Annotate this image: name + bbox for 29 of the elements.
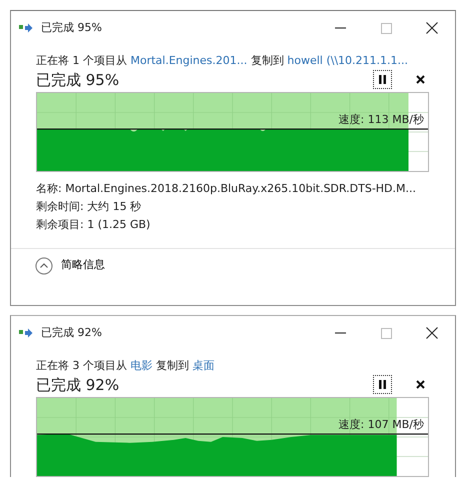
progress-heading: 已完成 95% bbox=[36, 70, 120, 90]
progress-heading: 已完成 92% bbox=[36, 374, 120, 394]
pause-icon[interactable] bbox=[379, 380, 386, 389]
window-title: 已完成 92% bbox=[41, 324, 103, 341]
copy-icon bbox=[19, 328, 33, 338]
pause-button[interactable] bbox=[373, 375, 392, 394]
source-link[interactable]: Mortal.Engines.201... bbox=[130, 54, 248, 67]
fewer-details-button[interactable]: 简略信息 bbox=[35, 256, 105, 274]
detail-text: 名称: Mortal.Engines.2018.2160p.BluRay.x265.10bit.SDR.DTS-HD.M... bbox=[36, 180, 418, 196]
minimize-icon[interactable] bbox=[334, 27, 346, 29]
chevron-up-icon[interactable] bbox=[35, 256, 53, 274]
close-icon[interactable] bbox=[426, 22, 438, 34]
cancel-button[interactable] bbox=[416, 75, 425, 84]
pause-button[interactable] bbox=[373, 70, 392, 89]
close-icon[interactable] bbox=[426, 327, 438, 339]
destination-link[interactable]: howell (\\10.211.1.1... bbox=[287, 54, 408, 67]
speed-label: 速度: 113 MB/秒 bbox=[338, 112, 424, 126]
source-link[interactable]: 电影 bbox=[130, 359, 152, 372]
copy-description: 正在将 1 个项目从 Mortal.Engines.201... 复制到 howell (\\10.211.1.1... bbox=[36, 53, 410, 69]
minimize-icon[interactable] bbox=[334, 332, 346, 334]
copy-icon bbox=[19, 23, 33, 33]
pause-icon[interactable] bbox=[379, 75, 386, 84]
detail-text: 剩余时间: 大约 15 秒 bbox=[36, 198, 142, 214]
speed-label: 速度: 107 MB/秒 bbox=[338, 418, 424, 432]
cancel-button[interactable] bbox=[416, 380, 425, 389]
window-title: 已完成 95% bbox=[41, 20, 103, 36]
destination-link[interactable]: 桌面 bbox=[192, 359, 214, 372]
detail-text: 剩余项目: 1 (1.25 GB) bbox=[36, 216, 152, 232]
copy-description: 正在将 3 个项目从 电影 复制到 桌面 bbox=[36, 358, 216, 374]
